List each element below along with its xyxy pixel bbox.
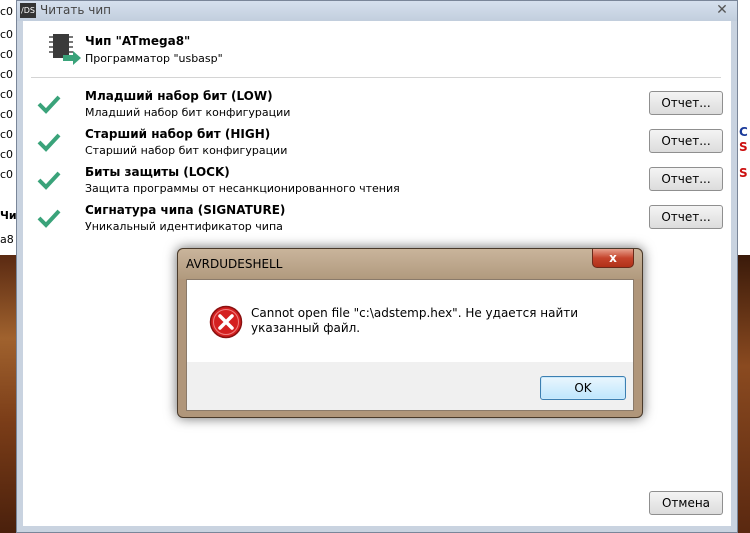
dialog-message-area: Cannot open file "c:\adstemp.hex". Не уд… (187, 280, 633, 362)
background-text: a8 (0, 233, 14, 246)
separator (31, 77, 721, 78)
row-subtitle: Защита программы от несанкционированного… (85, 182, 400, 195)
close-icon[interactable]: ✕ (713, 2, 731, 18)
row-subtitle: Младший набор бит конфигурации (85, 106, 291, 119)
dialog-title: AVRDUDESHELL (186, 257, 283, 271)
report-button[interactable]: Отчет... (649, 167, 723, 191)
ok-button[interactable]: OK (540, 376, 626, 400)
dialog-body: Cannot open file "c:\adstemp.hex". Не уд… (186, 279, 634, 411)
row-subtitle: Старший набор бит конфигурации (85, 144, 288, 157)
background-text: c0 (0, 128, 14, 141)
background-text: c0 (0, 48, 14, 61)
checkmark-icon (37, 133, 61, 152)
row-title: Биты защиты (LOCK) (85, 165, 230, 179)
title-bar[interactable]: /DS Читать чип ✕ (17, 1, 737, 21)
background-text: c0 (0, 68, 14, 81)
background-text: C (739, 125, 748, 139)
error-dialog: AVRDUDESHELL x Cannot open file "c:\adst… (177, 248, 643, 418)
report-button[interactable]: Отчет... (649, 91, 723, 115)
row-subtitle: Уникальный идентификатор чипа (85, 220, 283, 233)
checkmark-icon (37, 209, 61, 228)
report-button[interactable]: Отчет... (649, 129, 723, 153)
cancel-button[interactable]: Отмена (649, 491, 723, 515)
background-text: c0 (0, 28, 14, 41)
row-title: Младший набор бит (LOW) (85, 89, 273, 103)
window-title: Читать чип (40, 3, 111, 17)
app-icon: /DS (20, 3, 36, 18)
background-text: c0 (0, 108, 14, 121)
checkmark-icon (37, 95, 61, 114)
list-item: Биты защиты (LOCK) Защита программы от н… (23, 165, 731, 201)
chip-title: Чип "ATmega8" (85, 34, 191, 48)
programmer-label: Программатор "usbasp" (85, 52, 223, 65)
background-text: S (739, 140, 748, 154)
checkmark-icon (37, 171, 61, 190)
dialog-title-bar[interactable]: AVRDUDESHELL x (178, 249, 642, 279)
report-button[interactable]: Отчет... (649, 205, 723, 229)
background-text: c0 (0, 168, 14, 181)
background-text: c0 (0, 88, 14, 101)
background-desktop-photo (0, 255, 16, 533)
list-item: Старший набор бит (HIGH) Старший набор б… (23, 127, 731, 163)
row-title: Старший набор бит (HIGH) (85, 127, 271, 141)
background-text: c0 (0, 148, 14, 161)
background-text: c0 (0, 5, 14, 18)
background-desktop-photo (738, 255, 750, 533)
dialog-close-button[interactable]: x (592, 249, 634, 268)
dialog-message: Cannot open file "c:\adstemp.hex". Не уд… (251, 306, 579, 335)
background-text: S (739, 166, 748, 180)
list-item: Сигнатура чипа (SIGNATURE) Уникальный ид… (23, 203, 731, 239)
error-icon (209, 305, 243, 339)
background-text: Чи (0, 209, 17, 222)
row-title: Сигнатура чипа (SIGNATURE) (85, 203, 286, 217)
chip-read-icon (49, 34, 81, 65)
list-item: Младший набор бит (LOW) Младший набор би… (23, 89, 731, 125)
